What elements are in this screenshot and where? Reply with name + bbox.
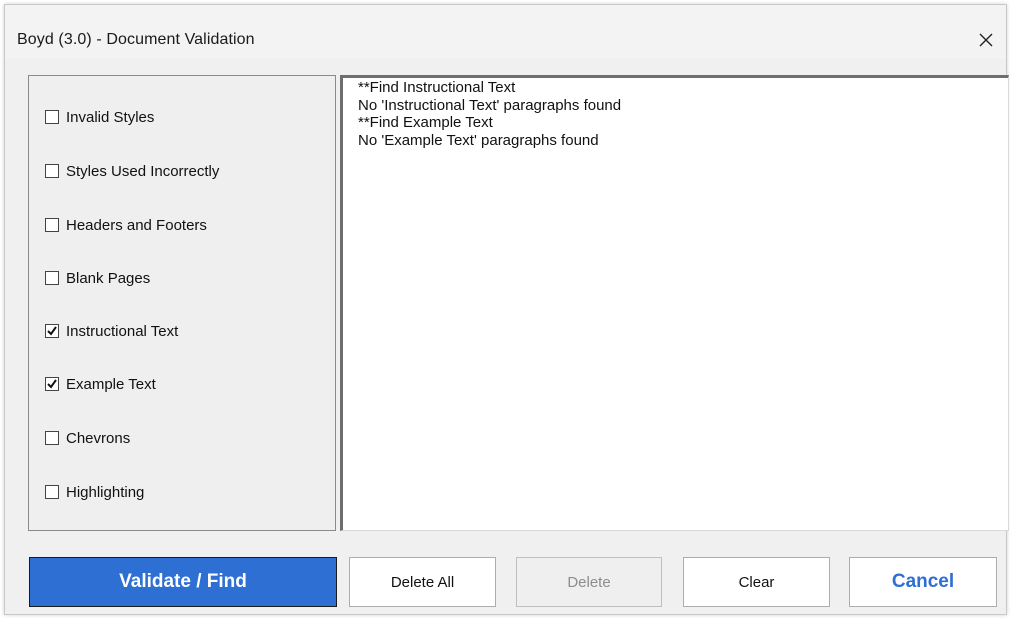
checkbox-box[interactable] bbox=[45, 431, 59, 445]
results-line: **Find Instructional Text bbox=[358, 79, 516, 96]
checkbox-label: Styles Used Incorrectly bbox=[66, 162, 220, 180]
checkbox-invalid-styles[interactable]: Invalid Styles bbox=[45, 106, 154, 128]
checkbox-blank-pages[interactable]: Blank Pages bbox=[45, 267, 150, 289]
checkmark-icon bbox=[47, 379, 57, 389]
checkbox-label: Blank Pages bbox=[66, 269, 151, 287]
checkbox-label: Highlighting bbox=[66, 483, 145, 501]
checkmark-icon bbox=[47, 326, 57, 336]
checkbox-label: Example Text bbox=[66, 375, 156, 393]
results-line: No 'Example Text' paragraphs found bbox=[358, 131, 599, 149]
checkbox-chevrons[interactable]: Chevrons bbox=[45, 427, 130, 449]
checkbox-styles-used-incorrectly[interactable]: Styles Used Incorrectly bbox=[45, 160, 219, 182]
checkbox-label: Instructional Text bbox=[66, 322, 179, 340]
checkbox-box[interactable] bbox=[45, 485, 59, 499]
results-line: No 'Instructional Text' paragraphs found bbox=[358, 96, 622, 114]
checkbox-label: Headers and Footers bbox=[66, 216, 207, 234]
title-bar: Boyd (3.0) - Document Validation bbox=[5, 5, 1006, 59]
checkbox-instructional-text[interactable]: Instructional Text bbox=[45, 320, 178, 342]
checkbox-label: Invalid Styles bbox=[66, 108, 155, 126]
results-textbox[interactable]: **Find Instructional Text No 'Instructio… bbox=[340, 75, 1009, 531]
results-line: **Find Example Text bbox=[358, 114, 493, 131]
checkbox-box[interactable] bbox=[45, 324, 59, 338]
checkbox-box[interactable] bbox=[45, 377, 59, 391]
checkbox-box[interactable] bbox=[45, 164, 59, 178]
close-button[interactable] bbox=[971, 25, 1001, 55]
checkbox-box[interactable] bbox=[45, 271, 59, 285]
delete-all-button[interactable]: Delete All bbox=[349, 557, 496, 607]
results-text: **Find Instructional Text No 'Instructio… bbox=[358, 79, 621, 149]
checkbox-box[interactable] bbox=[45, 110, 59, 124]
checkbox-example-text[interactable]: Example Text bbox=[45, 373, 156, 395]
window-title: Boyd (3.0) - Document Validation bbox=[17, 31, 255, 48]
close-icon bbox=[979, 33, 993, 47]
validate-find-button[interactable]: Validate / Find bbox=[29, 557, 337, 607]
validation-options-panel: Invalid Styles Styles Used Incorrectly H… bbox=[28, 75, 336, 531]
checkbox-label: Chevrons bbox=[66, 429, 131, 447]
clear-button[interactable]: Clear bbox=[683, 557, 830, 607]
document-validation-dialog: Boyd (3.0) - Document Validation Invalid… bbox=[4, 4, 1009, 615]
checkbox-highlighting[interactable]: Highlighting bbox=[45, 481, 144, 503]
delete-button[interactable]: Delete bbox=[516, 557, 662, 607]
cancel-button[interactable]: Cancel bbox=[849, 557, 997, 607]
checkbox-headers-and-footers[interactable]: Headers and Footers bbox=[45, 214, 207, 236]
checkbox-box[interactable] bbox=[45, 218, 59, 232]
